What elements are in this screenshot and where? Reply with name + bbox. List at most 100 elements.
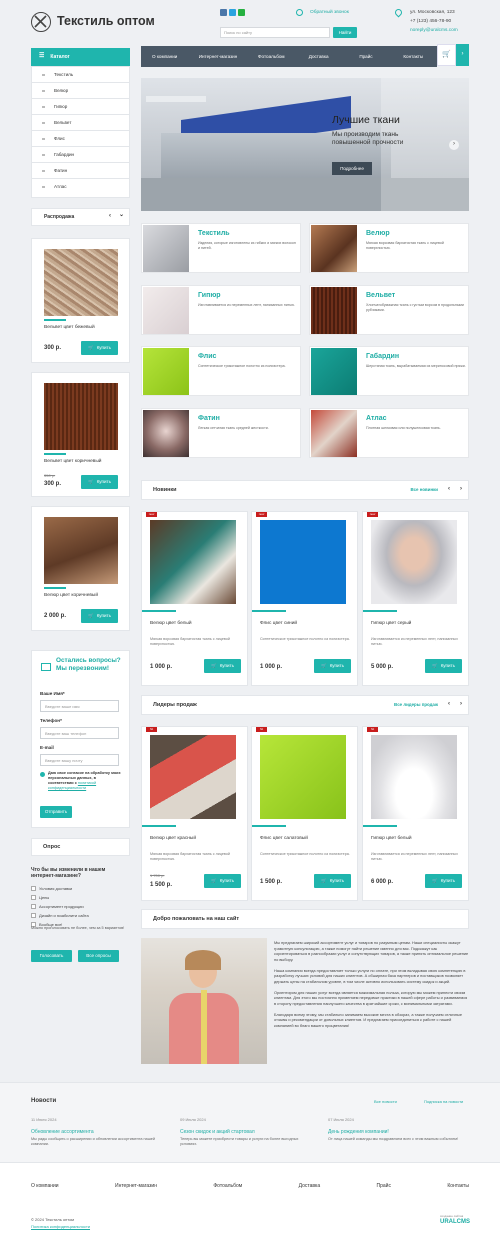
nav-item-shop[interactable]: Интернет-магазин: [188, 46, 247, 67]
news-title-link[interactable]: Обновление ассортимента: [31, 1129, 161, 1135]
category-card[interactable]: Габардин Шерстяная ткань, вырабатываемая…: [309, 346, 469, 396]
footer-nav-shop[interactable]: Интернет-магазин: [115, 1183, 157, 1189]
privacy-policy-link[interactable]: Политика конфиденциальности: [31, 1224, 90, 1229]
vote-button[interactable]: Голосовать: [31, 950, 72, 962]
product-name[interactable]: Вельвет цвет коричневый: [44, 459, 101, 465]
checkbox[interactable]: [31, 913, 36, 919]
category-title[interactable]: Велюр: [366, 230, 390, 239]
sidebar-item-velvet[interactable]: Вельвет: [32, 115, 129, 131]
sidebar-item-gabardine[interactable]: Габардин: [32, 147, 129, 163]
sidebar-item-guipure[interactable]: Гипюр: [32, 99, 129, 115]
chevron-left-icon[interactable]: ‹: [448, 701, 450, 709]
category-title[interactable]: Фатин: [198, 415, 220, 424]
news-item[interactable]: 09 Июля 2024 Сезон скидок и акций старто…: [180, 1117, 310, 1148]
sidebar-item-tulle[interactable]: Фатин: [32, 163, 129, 179]
product-card[interactable]: new Велюр цвет белый Мягкая ворсовая бар…: [141, 511, 248, 686]
news-item[interactable]: 11 Июля 2024 Обновление ассортимента Мы …: [31, 1117, 161, 1148]
product-name[interactable]: Флис цвет салатовый: [260, 836, 308, 842]
buy-button[interactable]: 🛒 Купить: [81, 475, 118, 489]
search-button[interactable]: Найти: [333, 27, 357, 38]
buy-button[interactable]: 🛒 Купить: [314, 874, 351, 888]
category-card[interactable]: Велюр Мягкая ворсовая бархатистая ткань …: [309, 223, 469, 273]
footer-nav-price[interactable]: Прайс: [377, 1183, 391, 1189]
buy-button[interactable]: 🛒 Купить: [204, 659, 241, 673]
hero-more-button[interactable]: Подробнее: [332, 162, 372, 175]
footer-nav-contacts[interactable]: Контакты: [447, 1183, 469, 1189]
email-link[interactable]: noreply@uralcms.com: [410, 28, 458, 34]
category-image[interactable]: [143, 225, 189, 272]
cart-button[interactable]: 🛒: [437, 44, 456, 66]
email-field[interactable]: Введите вашу почту: [40, 754, 119, 766]
product-image[interactable]: [371, 520, 457, 604]
sale-card[interactable]: sale Вельвет цвет коричневый 350 р. 300 …: [31, 372, 130, 497]
all-news-link[interactable]: Все новости: [374, 1099, 397, 1104]
callback-link[interactable]: Обратный звонок: [310, 10, 349, 16]
category-title[interactable]: Вельвет: [366, 292, 395, 301]
product-image[interactable]: [150, 520, 236, 604]
catalog-header[interactable]: ☰ Каталог: [31, 48, 130, 66]
category-image[interactable]: [311, 287, 357, 334]
category-card[interactable]: Атлас Плотная шелковая или полушелковая …: [309, 408, 469, 458]
checkbox[interactable]: [31, 895, 36, 901]
product-image[interactable]: [44, 383, 118, 450]
product-card[interactable]: hit Велюр цвет красный Мягкая ворсовая б…: [141, 726, 248, 901]
consent-checkbox[interactable]: [40, 772, 45, 777]
category-title[interactable]: Текстиль: [198, 230, 230, 239]
footer-nav-photos[interactable]: Фотоальбом: [213, 1183, 242, 1189]
chevron-right-icon[interactable]: ›: [460, 486, 462, 494]
sale-header[interactable]: Распродажа ‹ ⌄: [31, 208, 130, 226]
buy-button[interactable]: 🛒 Купить: [204, 874, 241, 888]
product-image[interactable]: [44, 517, 118, 584]
product-card[interactable]: new Гипюр цвет серый Изготавливается из …: [362, 511, 469, 686]
buy-button[interactable]: 🛒 Купить: [314, 659, 351, 673]
category-title[interactable]: Атлас: [366, 415, 387, 424]
all-hits-link[interactable]: Все лидеры продаж: [394, 702, 438, 708]
chevron-right-icon[interactable]: ›: [460, 701, 462, 709]
product-name[interactable]: Велюр цвет красный: [150, 836, 196, 842]
phone-number[interactable]: +7 (123) 456-78-90: [410, 19, 451, 25]
category-image[interactable]: [143, 287, 189, 334]
sidebar-item-fleece[interactable]: Флис: [32, 131, 129, 147]
category-image[interactable]: [311, 348, 357, 395]
product-name[interactable]: Гипюр цвет серый: [371, 621, 411, 627]
news-title-link[interactable]: День рождения компании!: [328, 1129, 468, 1135]
vk-icon[interactable]: [220, 9, 227, 16]
sidebar-item-satin[interactable]: Атлас: [32, 179, 129, 195]
poll-option[interactable]: Дизайн и юзабилити сайта: [31, 911, 89, 920]
category-title[interactable]: Флис: [198, 353, 216, 362]
product-name[interactable]: Гипюр цвет белый: [371, 836, 412, 842]
product-image[interactable]: [260, 735, 346, 819]
nav-item-contacts[interactable]: Контакты: [390, 46, 437, 67]
slider-next-arrow[interactable]: ›: [449, 140, 459, 150]
checkbox[interactable]: [31, 886, 36, 892]
product-image[interactable]: [44, 249, 118, 316]
telegram-icon[interactable]: [229, 9, 236, 16]
product-name[interactable]: Флис цвет синий: [260, 621, 297, 627]
chevron-down-icon[interactable]: ⌄: [119, 212, 124, 220]
nav-item-delivery[interactable]: Доставка: [295, 46, 342, 67]
product-card[interactable]: hit Гипюр цвет белый Изготавливается из …: [362, 726, 469, 901]
buy-button[interactable]: 🛒 Купить: [81, 341, 118, 355]
product-image[interactable]: [150, 735, 236, 819]
product-image[interactable]: [371, 735, 457, 819]
sale-card[interactable]: sale Вельвет цвет бежевый 300 р. 🛒Купить: [31, 238, 130, 363]
category-title[interactable]: Габардин: [366, 353, 399, 362]
submit-button[interactable]: Отправить: [40, 806, 72, 818]
product-card[interactable]: new Флис цвет синий Синтетическое трикот…: [251, 511, 358, 686]
logo-text[interactable]: Текстиль оптом: [57, 14, 155, 30]
logo-icon[interactable]: [31, 12, 51, 32]
buy-button[interactable]: 🛒 Купить: [425, 659, 462, 673]
category-card[interactable]: Вельвет Хлопчатобумажная ткань с густым …: [309, 285, 469, 335]
category-image[interactable]: [143, 410, 189, 457]
category-card[interactable]: Фатин Легкая сетчатая ткань средней жест…: [141, 408, 301, 458]
product-image[interactable]: [260, 520, 346, 604]
whatsapp-icon[interactable]: [238, 9, 245, 16]
footer-nav-delivery[interactable]: Доставка: [299, 1183, 320, 1189]
checkbox[interactable]: [31, 904, 36, 910]
nav-item-photos[interactable]: Фотоальбом: [248, 46, 295, 67]
chevron-left-icon[interactable]: ‹: [448, 486, 450, 494]
next-arrow-button[interactable]: ›: [456, 44, 469, 66]
category-card[interactable]: Флис Синтетическое трикотажное полотно и…: [141, 346, 301, 396]
all-new-link[interactable]: Все новинки: [410, 487, 438, 493]
product-name[interactable]: Велюр цвет коричневый: [44, 593, 98, 599]
